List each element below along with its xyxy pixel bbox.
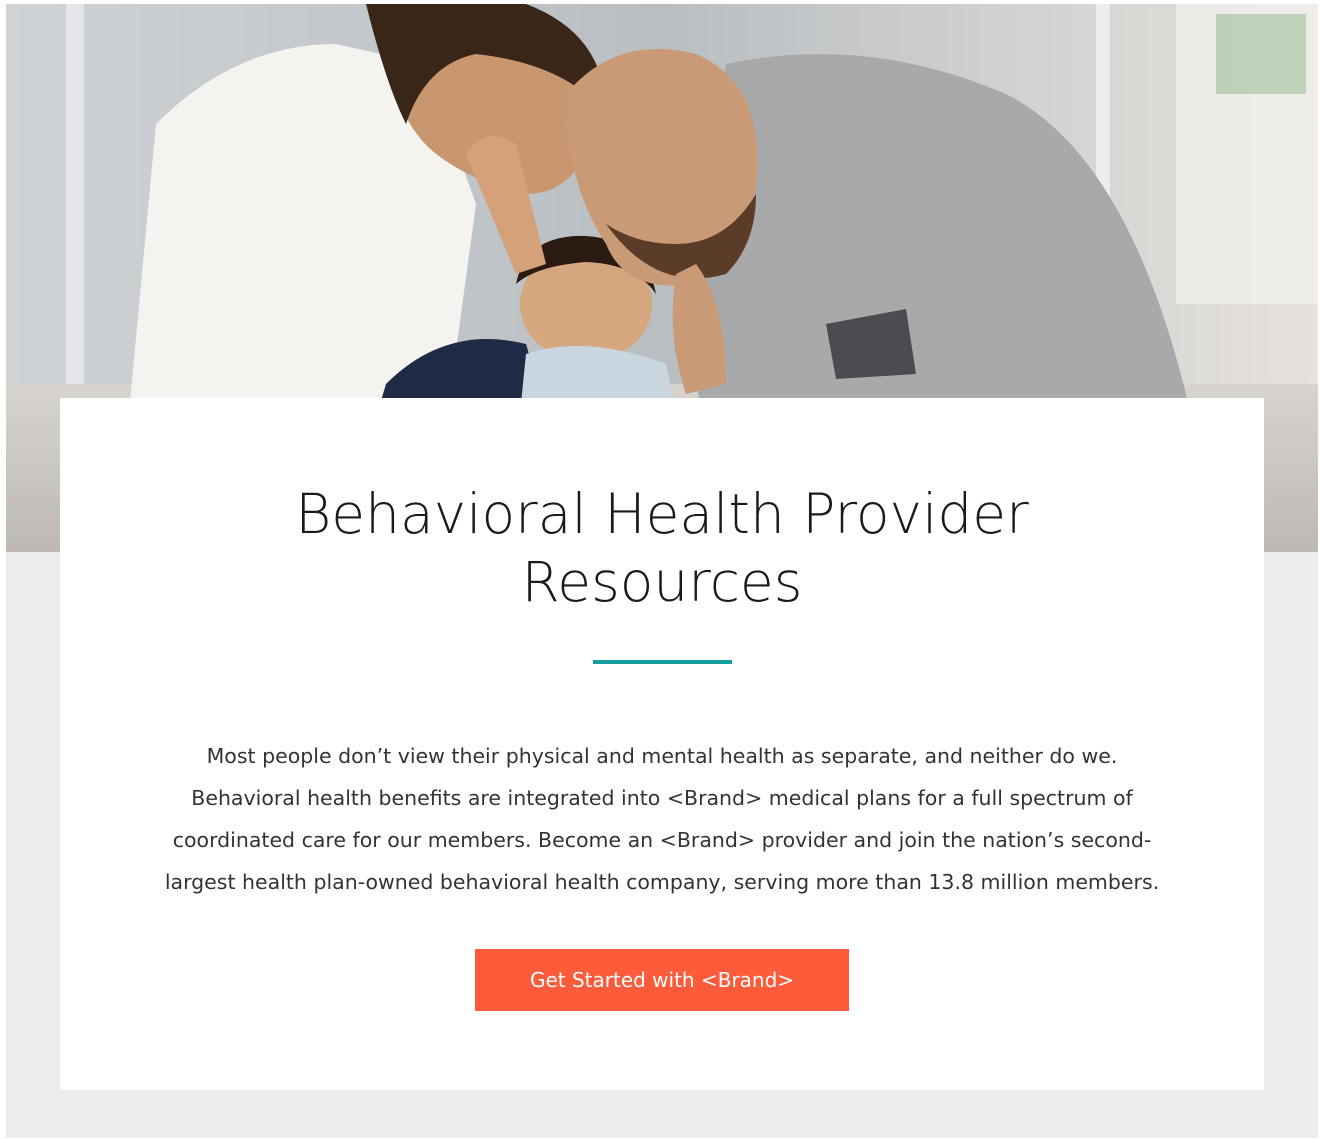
title-divider: [593, 660, 732, 664]
content-card: Behavioral Health Provider Resources Mos…: [60, 398, 1264, 1090]
page-frame: Behavioral Health Provider Resources Mos…: [6, 4, 1318, 1138]
page-title: Behavioral Health Provider Resources: [60, 480, 1264, 616]
page-title-line-2: Resources: [521, 550, 803, 614]
intro-line: Behavioral health benefits are integrate…: [191, 786, 1133, 810]
intro-line: coordinated care for our members. Become…: [172, 828, 1152, 852]
get-started-button[interactable]: Get Started with <Brand>: [475, 949, 849, 1011]
intro-paragraph: Most people don’t view their physical an…: [130, 735, 1194, 903]
page-title-line-1: Behavioral Health Provider: [295, 482, 1029, 546]
intro-line: largest health plan-owned behavioral hea…: [164, 870, 1160, 894]
intro-line: Most people don’t view their physical an…: [206, 744, 1118, 768]
